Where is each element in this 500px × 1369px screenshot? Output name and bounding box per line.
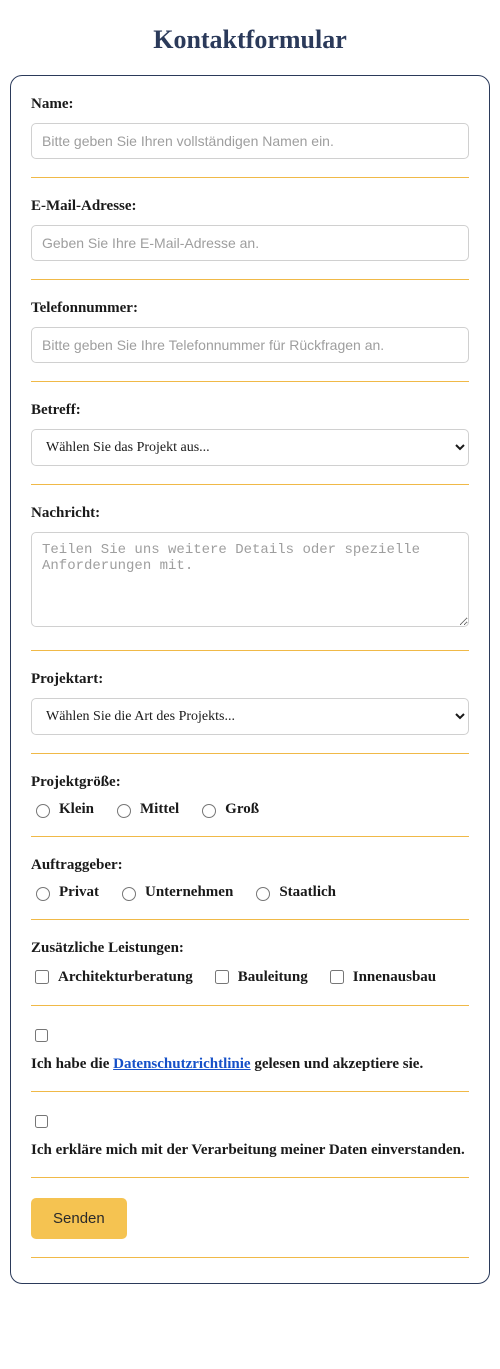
client-privat-text: Privat xyxy=(59,884,99,901)
page-title: Kontaktformular xyxy=(10,25,490,55)
email-label: E-Mail-Adresse: xyxy=(31,198,469,215)
privacy-link[interactable]: Datenschutzrichtlinie xyxy=(113,1056,250,1072)
project-type-select[interactable]: Wählen Sie die Art des Projekts... xyxy=(31,698,469,735)
email-input[interactable] xyxy=(31,225,469,261)
radio-staatlich[interactable] xyxy=(256,887,270,901)
checkbox-innenausbau[interactable] xyxy=(330,970,344,984)
checkbox-beratung[interactable] xyxy=(35,970,49,984)
client-unternehmen-text: Unternehmen xyxy=(145,884,233,901)
size-option-klein[interactable]: Klein xyxy=(31,801,94,818)
field-project-size: Projektgröße: Klein Mittel Groß xyxy=(31,774,469,837)
contact-form: Name: E-Mail-Adresse: Telefonnummer: Bet… xyxy=(10,75,490,1284)
name-label: Name: xyxy=(31,96,469,113)
privacy-checkbox[interactable] xyxy=(35,1029,48,1042)
client-label: Auftraggeber: xyxy=(31,857,469,874)
field-email: E-Mail-Adresse: xyxy=(31,198,469,280)
size-option-mittel[interactable]: Mittel xyxy=(112,801,179,818)
size-klein-text: Klein xyxy=(59,801,94,818)
submit-button[interactable]: Senden xyxy=(31,1198,127,1239)
service-option-innenausbau[interactable]: Innenausbau xyxy=(326,967,436,987)
service-beratung-text: Architekturberatung xyxy=(58,969,193,986)
subject-select[interactable]: Wählen Sie das Projekt aus... xyxy=(31,429,469,466)
consent-checkbox[interactable] xyxy=(35,1115,48,1128)
service-bauleitung-text: Bauleitung xyxy=(238,969,308,986)
field-project-type: Projektart: Wählen Sie die Art des Proje… xyxy=(31,671,469,754)
radio-privat[interactable] xyxy=(36,887,50,901)
field-subject: Betreff: Wählen Sie das Projekt aus... xyxy=(31,402,469,485)
size-mittel-text: Mittel xyxy=(140,801,179,818)
privacy-pre: Ich habe die xyxy=(31,1056,113,1072)
service-option-bauleitung[interactable]: Bauleitung xyxy=(211,967,308,987)
radio-mittel[interactable] xyxy=(117,804,131,818)
radio-gross[interactable] xyxy=(202,804,216,818)
field-message: Nachricht: xyxy=(31,505,469,651)
phone-input[interactable] xyxy=(31,327,469,363)
field-client: Auftraggeber: Privat Unternehmen Staatli… xyxy=(31,857,469,920)
field-services: Zusätzliche Leistungen: Architekturberat… xyxy=(31,940,469,1006)
consent-label: Ich erkläre mich mit der Verarbeitung me… xyxy=(31,1142,465,1158)
size-gross-text: Groß xyxy=(225,801,259,818)
radio-unternehmen[interactable] xyxy=(122,887,136,901)
message-textarea[interactable] xyxy=(31,532,469,627)
privacy-post: gelesen und akzeptiere sie. xyxy=(251,1056,424,1072)
services-label: Zusätzliche Leistungen: xyxy=(31,940,469,957)
project-size-label: Projektgröße: xyxy=(31,774,469,791)
privacy-label: Ich habe die Datenschutzrichtlinie geles… xyxy=(31,1056,423,1072)
client-option-staatlich[interactable]: Staatlich xyxy=(251,884,336,901)
subject-label: Betreff: xyxy=(31,402,469,419)
field-name: Name: xyxy=(31,96,469,178)
client-option-unternehmen[interactable]: Unternehmen xyxy=(117,884,233,901)
service-option-beratung[interactable]: Architekturberatung xyxy=(31,967,193,987)
name-input[interactable] xyxy=(31,123,469,159)
field-privacy: Ich habe die Datenschutzrichtlinie geles… xyxy=(31,1026,469,1092)
field-phone: Telefonnummer: xyxy=(31,300,469,382)
client-option-privat[interactable]: Privat xyxy=(31,884,99,901)
radio-klein[interactable] xyxy=(36,804,50,818)
field-consent: Ich erkläre mich mit der Verarbeitung me… xyxy=(31,1112,469,1178)
phone-label: Telefonnummer: xyxy=(31,300,469,317)
size-option-gross[interactable]: Groß xyxy=(197,801,259,818)
submit-group: Senden xyxy=(31,1198,469,1258)
project-type-label: Projektart: xyxy=(31,671,469,688)
message-label: Nachricht: xyxy=(31,505,469,522)
service-innenausbau-text: Innenausbau xyxy=(353,969,436,986)
checkbox-bauleitung[interactable] xyxy=(215,970,229,984)
client-staatlich-text: Staatlich xyxy=(279,884,336,901)
